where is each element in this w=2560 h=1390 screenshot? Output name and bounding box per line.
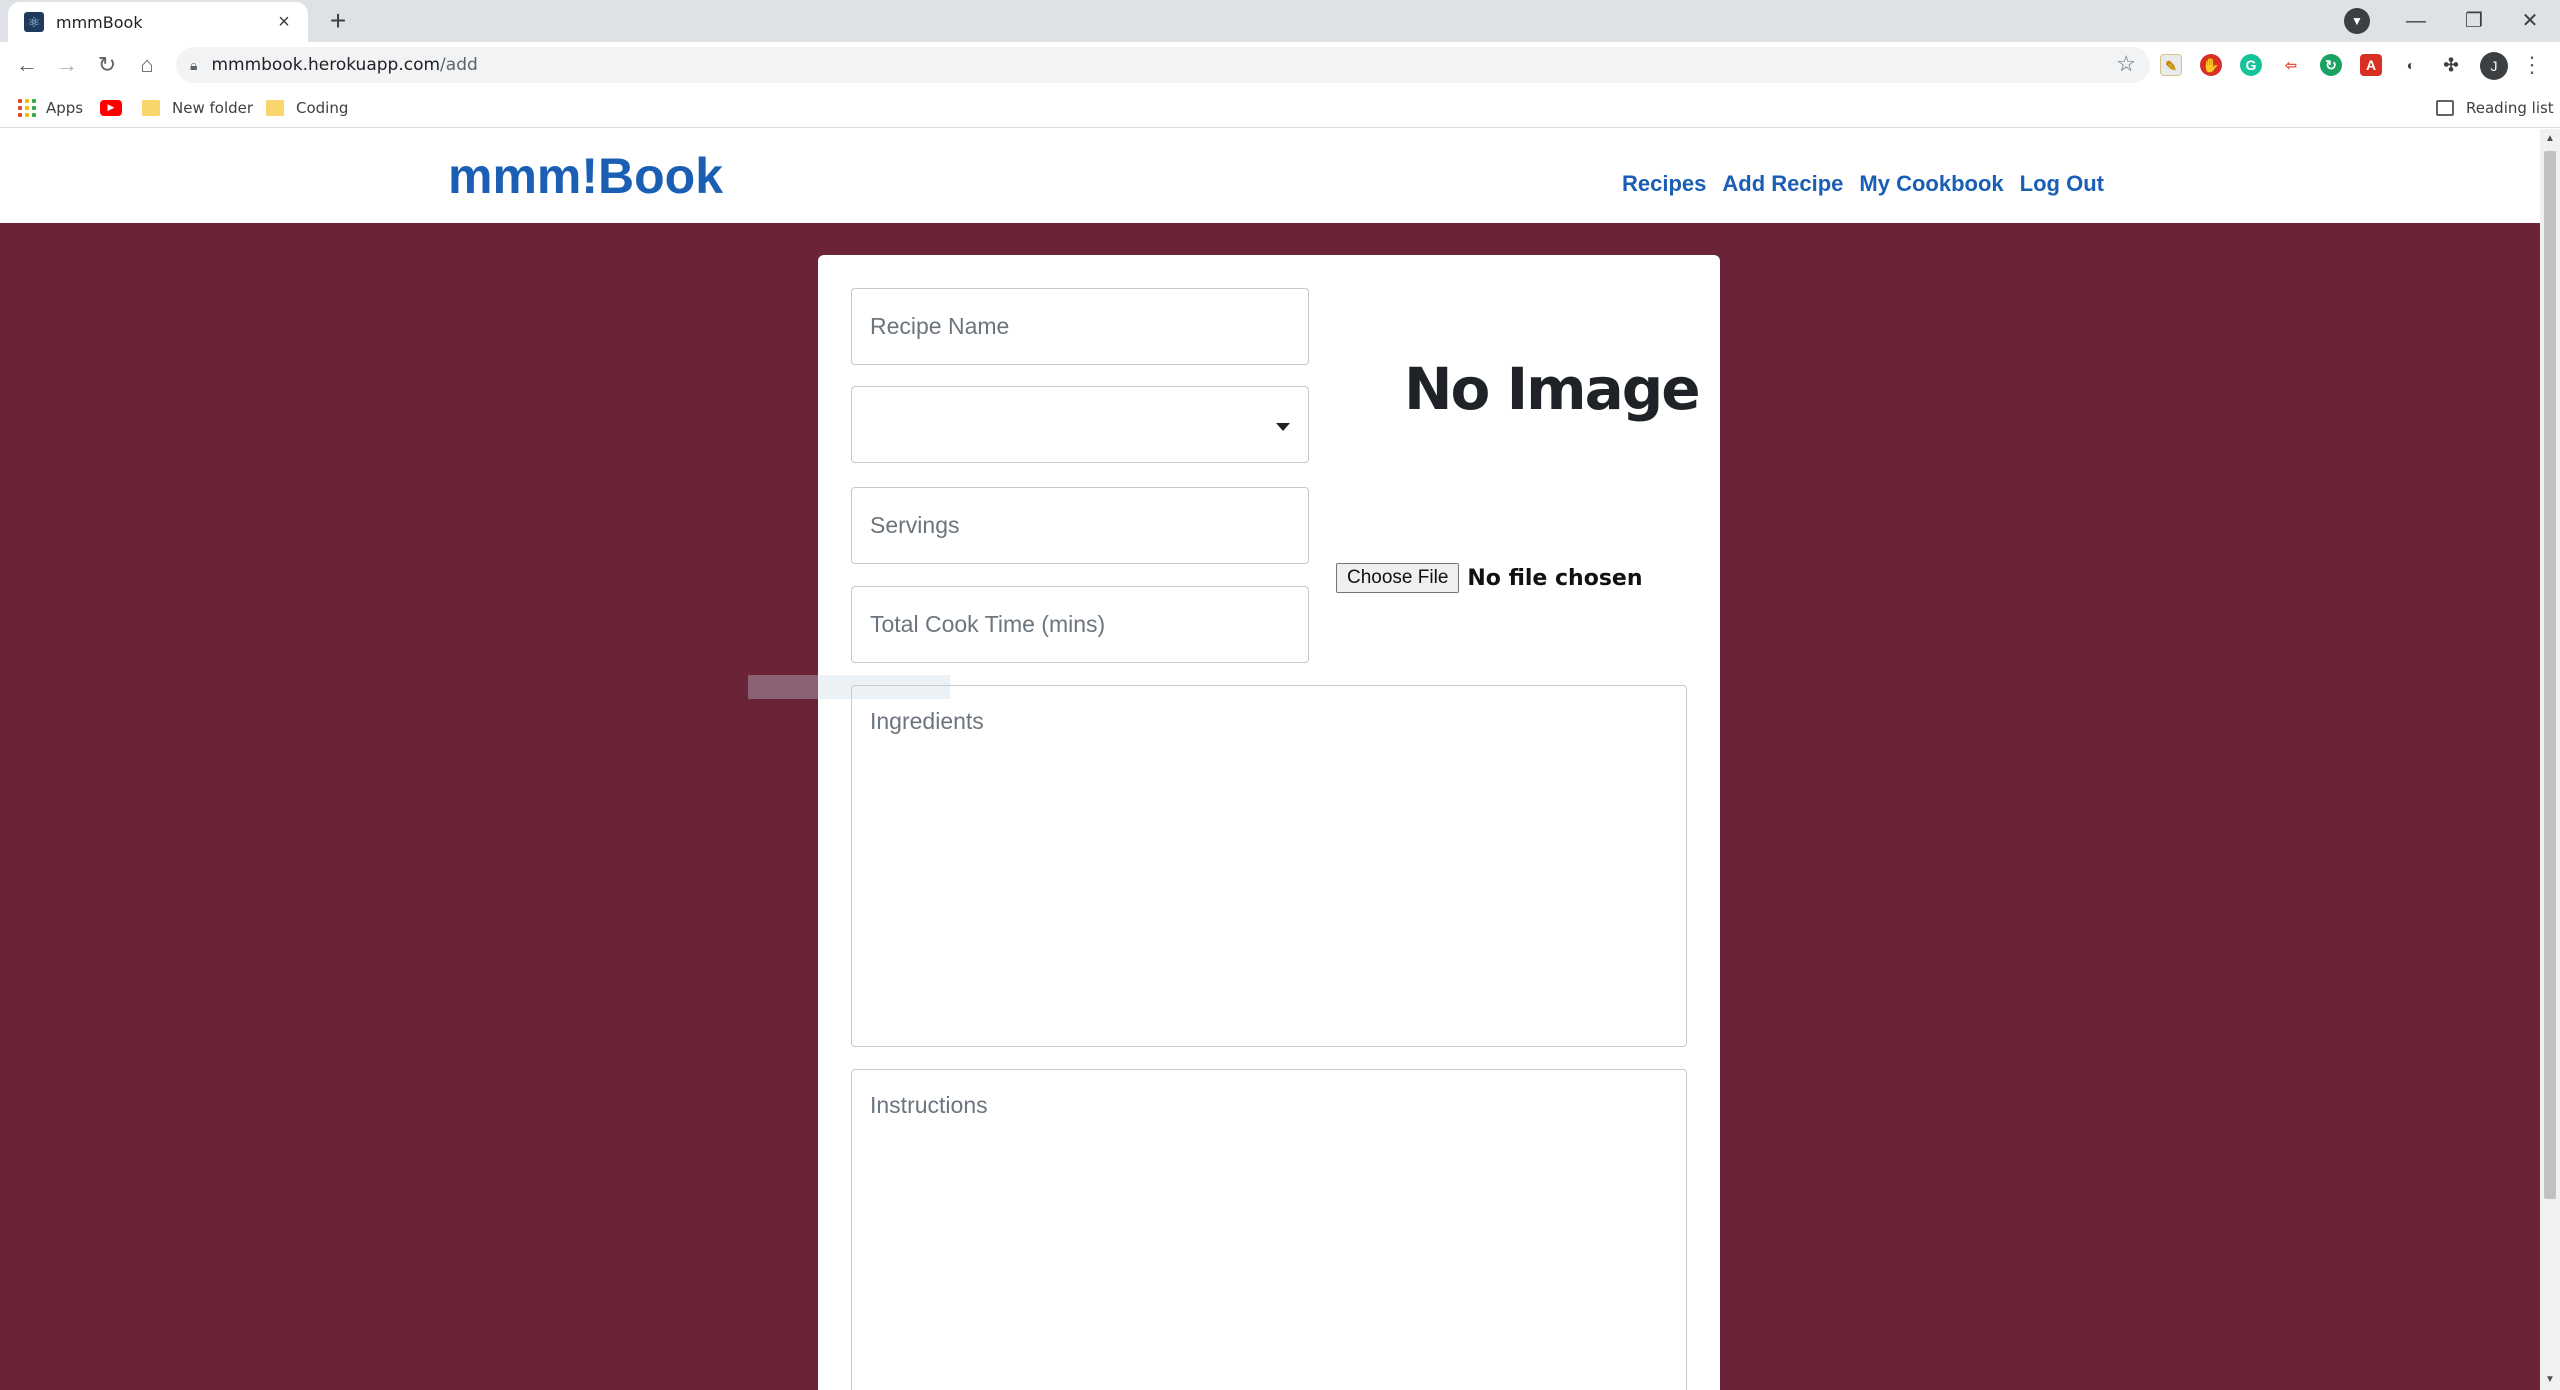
nav-recipes[interactable]: Recipes	[1622, 171, 1706, 197]
extension-pdf-icon[interactable]: A	[2360, 54, 2382, 76]
nav-add-recipe[interactable]: Add Recipe	[1722, 171, 1843, 197]
cook-time-input[interactable]: Total Cook Time (mins)	[851, 586, 1309, 663]
back-arrow-icon[interactable]: ←	[12, 50, 42, 80]
folder-icon	[266, 100, 284, 116]
browser-tab[interactable]: ⚛ mmmBook ×	[8, 2, 308, 42]
profile-avatar[interactable]: J	[2480, 52, 2508, 80]
new-tab-button[interactable]: +	[322, 6, 354, 38]
scrollbar-thumb[interactable]	[2544, 151, 2556, 1199]
extension-sync-icon[interactable]: ↻	[2320, 54, 2342, 76]
bookmarks-bar: Apps ▶ New folder Coding Reading list	[0, 88, 2560, 128]
reading-list-icon	[2436, 100, 2454, 116]
reading-list-button[interactable]: Reading list	[2436, 96, 2554, 120]
servings-input[interactable]: Servings	[851, 487, 1309, 564]
youtube-icon: ▶	[100, 100, 122, 116]
extension-grammarly-icon[interactable]: G	[2240, 54, 2262, 76]
url-host: mmmbook.herokuapp.com	[211, 55, 441, 75]
extension-adblock-icon[interactable]: ✋	[2200, 54, 2222, 76]
nav-my-cookbook[interactable]: My Cookbook	[1859, 171, 2003, 197]
add-recipe-form: Recipe Name Servings Total Cook Time (mi…	[818, 255, 1720, 1390]
bookmark-label: New folder	[172, 99, 254, 117]
image-file-input[interactable]: Choose File No file chosen	[1336, 563, 1643, 593]
page-scrollbar[interactable]: ▲ ▼	[2540, 129, 2560, 1390]
forward-arrow-icon[interactable]: →	[52, 50, 82, 80]
page-viewport: mmm!Book Recipes Add Recipe My Cookbook …	[0, 129, 2540, 1390]
restore-button[interactable]: ❐	[2454, 6, 2494, 36]
image-preview-placeholder: No Image	[1404, 355, 1701, 423]
bookmark-youtube[interactable]: ▶	[100, 96, 122, 120]
bookmark-star-icon[interactable]: ☆	[2116, 51, 2136, 77]
caret-down-icon	[1276, 423, 1290, 431]
reload-icon[interactable]: ↻	[92, 50, 122, 80]
extension-edit-icon[interactable]: ✎	[2160, 54, 2182, 76]
bookmark-new-folder[interactable]: New folder	[142, 96, 253, 120]
main-nav: Recipes Add Recipe My Cookbook Log Out	[1622, 171, 2104, 197]
home-icon[interactable]: ⌂	[132, 50, 162, 80]
nav-log-out[interactable]: Log Out	[2020, 171, 2104, 197]
url-path: /add	[440, 55, 478, 75]
reading-list-label: Reading list	[2466, 99, 2554, 117]
scroll-down-arrow-icon[interactable]: ▼	[2540, 1372, 2560, 1388]
apps-grid-icon	[18, 99, 36, 117]
instructions-textarea[interactable]: Instructions	[851, 1069, 1687, 1390]
site-logo[interactable]: mmm!Book	[448, 147, 723, 205]
bookmark-label: Coding	[296, 99, 349, 117]
extension-puzzle-alt-icon[interactable]: ◐	[2400, 54, 2422, 76]
drag-ghost-overlay	[748, 675, 950, 699]
bookmark-coding[interactable]: Coding	[266, 96, 348, 120]
site-header: mmm!Book Recipes Add Recipe My Cookbook …	[0, 129, 2540, 223]
choose-file-button[interactable]: Choose File	[1336, 563, 1460, 593]
browser-menu-icon[interactable]: ⋮	[2520, 50, 2544, 80]
bookmark-apps-label: Apps	[46, 99, 84, 117]
ingredients-textarea[interactable]: Ingredients	[851, 685, 1687, 1047]
react-favicon-icon: ⚛	[24, 12, 44, 32]
scroll-up-arrow-icon[interactable]: ▲	[2540, 131, 2560, 147]
category-select[interactable]	[851, 386, 1309, 463]
extensions-puzzle-icon[interactable]: ✣	[2440, 54, 2462, 76]
browser-tab-strip: ⚛ mmmBook × + ▼ — ❐ ✕	[0, 0, 2560, 42]
window-close-button[interactable]: ✕	[2510, 6, 2550, 36]
tab-close-icon[interactable]: ×	[272, 11, 296, 34]
lock-icon: 🔒︎	[190, 56, 198, 73]
minimize-button[interactable]: —	[2396, 6, 2436, 36]
folder-icon	[142, 100, 160, 116]
extension-arrow-icon[interactable]: ⇦	[2280, 54, 2302, 76]
file-status-text: No file chosen	[1467, 565, 1643, 591]
tab-search-icon[interactable]: ▼	[2344, 8, 2370, 34]
recipe-name-input[interactable]: Recipe Name	[851, 288, 1309, 365]
bookmark-apps[interactable]: Apps	[18, 96, 83, 120]
tab-title: mmmBook	[56, 12, 143, 32]
address-bar[interactable]: 🔒︎ mmmbook.herokuapp.com /add ☆	[176, 47, 2150, 83]
